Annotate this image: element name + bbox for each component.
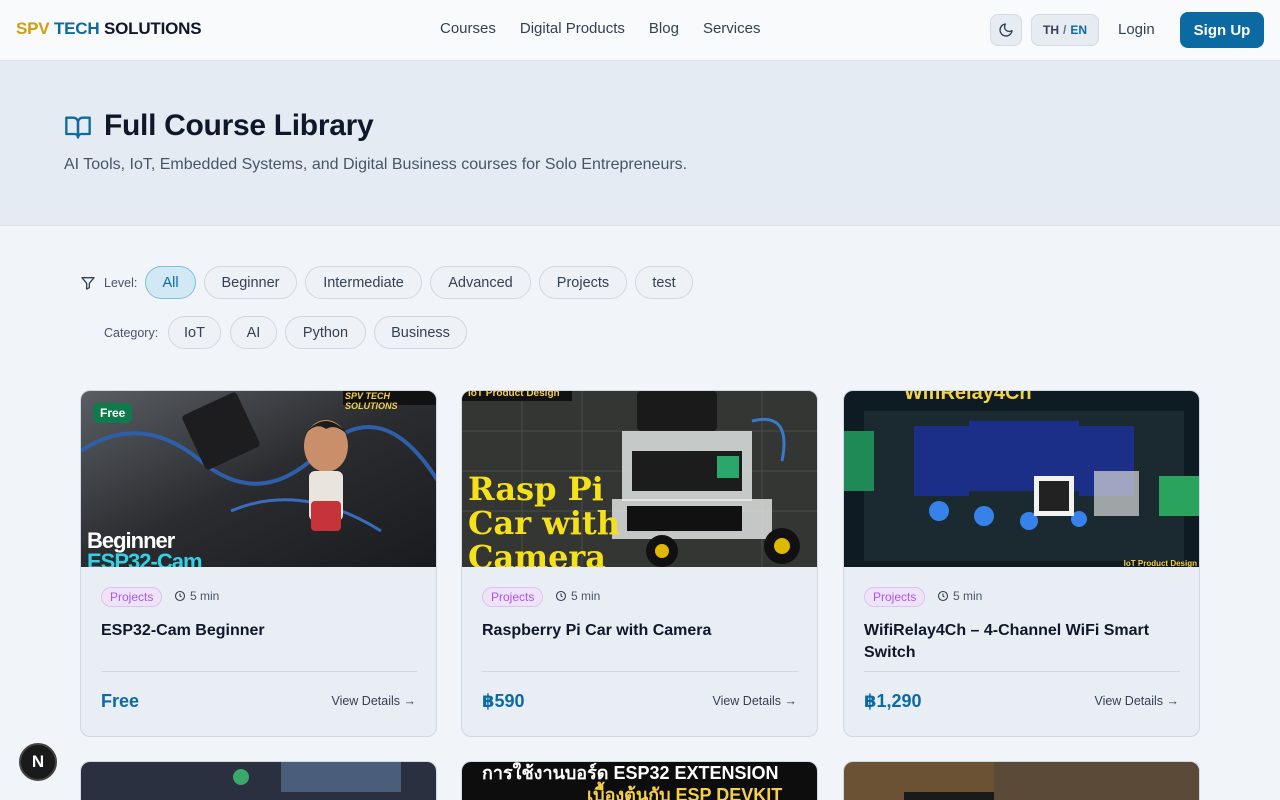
view-details-link[interactable]: View Details → xyxy=(331,694,416,708)
card-divider xyxy=(864,671,1180,672)
book-open-icon xyxy=(65,116,91,139)
duration: 5 min xyxy=(937,589,982,603)
course-price: ฿1,290 xyxy=(864,691,922,711)
level-tag: Projects xyxy=(864,587,926,607)
page-subtitle: AI Tools, IoT, Embedded Systems, and Dig… xyxy=(64,156,688,173)
level-tag: Projects xyxy=(482,587,544,607)
thumbnail-image xyxy=(81,762,436,800)
top-navbar: SPV TECH SOLUTIONS Courses Digital Produ… xyxy=(0,0,1280,61)
thumbnail-text-2: เบื้องต้นกับ ESP DEVKIT xyxy=(587,785,783,800)
course-card-partial[interactable] xyxy=(843,761,1200,800)
course-thumbnail[interactable]: IoT Product Design Rasp Pi Car with Came… xyxy=(462,391,817,567)
category-chip-python[interactable]: Python xyxy=(285,316,366,349)
thumbnail-text-1: Rasp Pi xyxy=(468,470,604,508)
nav-services[interactable]: Services xyxy=(703,20,761,37)
category-filter-label: Category: xyxy=(104,326,159,340)
filter-icon xyxy=(81,277,95,290)
hero-section: Full Course Library AI Tools, IoT, Embed… xyxy=(0,61,1280,226)
course-card[interactable]: IoT Product Design Rasp Pi Car with Came… xyxy=(461,390,818,737)
clock-icon xyxy=(937,590,949,602)
level-filter-label: Level: xyxy=(104,276,138,290)
nav-digital-products[interactable]: Digital Products xyxy=(520,20,625,37)
course-title[interactable]: ESP32-Cam Beginner xyxy=(101,620,421,642)
brand-part-1: SPV xyxy=(16,19,50,38)
brand-part-2: TECH xyxy=(53,19,100,38)
view-details-link[interactable]: View Details → xyxy=(1094,694,1179,708)
nav-courses[interactable]: Courses xyxy=(440,20,496,37)
duration: 5 min xyxy=(555,589,600,603)
thumbnail-top-text: WifiRelay4Ch xyxy=(904,391,1032,404)
theme-toggle-button[interactable] xyxy=(990,14,1022,46)
lang-th[interactable]: TH xyxy=(1043,23,1059,37)
thumbnail-top-text: IoT Product Design xyxy=(468,391,560,399)
course-card[interactable]: SPV TECH SOLUTIONS Beginner ESP32-Cam Fr… xyxy=(80,390,437,737)
card-divider xyxy=(101,671,417,672)
category-chip-business[interactable]: Business xyxy=(374,316,467,349)
moon-icon xyxy=(999,23,1013,37)
duration-text: 5 min xyxy=(190,589,220,603)
thumbnail-text-2: Car with xyxy=(468,504,620,542)
category-chip-ai[interactable]: AI xyxy=(230,316,277,349)
page-title: Full Course Library xyxy=(104,109,374,142)
level-chip-beginner[interactable]: Beginner xyxy=(204,266,297,299)
course-price: Free xyxy=(101,691,140,711)
language-switch[interactable]: TH / EN xyxy=(1031,14,1099,46)
thumbnail-text-3: Camera xyxy=(468,538,607,567)
level-chip-advanced[interactable]: Advanced xyxy=(430,266,531,299)
course-title[interactable]: WifiRelay4Ch – 4-Channel WiFi Smart Swit… xyxy=(864,620,1184,664)
level-chip-all[interactable]: All xyxy=(145,266,196,299)
main-nav: Courses Digital Products Blog Services xyxy=(440,20,760,37)
level-chip-test[interactable]: test xyxy=(635,266,693,299)
next-dev-indicator-button[interactable]: N xyxy=(19,743,57,781)
sign-up-button[interactable]: Sign Up xyxy=(1180,12,1264,48)
thumbnail-image xyxy=(844,762,1199,800)
level-tag: Projects xyxy=(101,587,163,607)
level-chip-intermediate[interactable]: Intermediate xyxy=(305,266,422,299)
login-link[interactable]: Login xyxy=(1118,21,1155,38)
duration: 5 min xyxy=(174,589,219,603)
card-divider xyxy=(482,671,798,672)
course-card[interactable]: WifiRelay4Ch IoT Product Design Projects… xyxy=(843,390,1200,737)
course-card-partial[interactable]: การใช้งานบอร์ด ESP32 EXTENSION เบื้องต้น… xyxy=(461,761,818,800)
level-chip-projects[interactable]: Projects xyxy=(539,266,627,299)
clock-icon xyxy=(555,590,567,602)
course-thumbnail[interactable]: SPV TECH SOLUTIONS Beginner ESP32-Cam Fr… xyxy=(81,391,436,567)
course-thumbnail[interactable]: WifiRelay4Ch IoT Product Design xyxy=(844,391,1199,567)
thumbnail-top-text: SPV TECH SOLUTIONS xyxy=(345,391,398,411)
thumbnail-text-2: ESP32-Cam xyxy=(87,549,203,567)
nav-blog[interactable]: Blog xyxy=(649,20,679,37)
duration-text: 5 min xyxy=(953,589,983,603)
lang-en[interactable]: EN xyxy=(1070,23,1087,37)
thumbnail-image xyxy=(844,391,1199,567)
brand-logo[interactable]: SPV TECH SOLUTIONS xyxy=(16,19,202,39)
lang-separator: / xyxy=(1062,23,1067,37)
course-price: ฿590 xyxy=(482,691,525,711)
brand-part-3: SOLUTIONS xyxy=(103,19,202,38)
clock-icon xyxy=(174,590,186,602)
free-badge: Free xyxy=(93,403,133,423)
course-card-partial[interactable] xyxy=(80,761,437,800)
thumbnail-bottom-text: IoT Product Design xyxy=(1123,559,1197,567)
course-title[interactable]: Raspberry Pi Car with Camera xyxy=(482,620,802,642)
view-details-link[interactable]: View Details → xyxy=(712,694,797,708)
duration-text: 5 min xyxy=(571,589,601,603)
category-chip-iot[interactable]: IoT xyxy=(168,316,221,349)
